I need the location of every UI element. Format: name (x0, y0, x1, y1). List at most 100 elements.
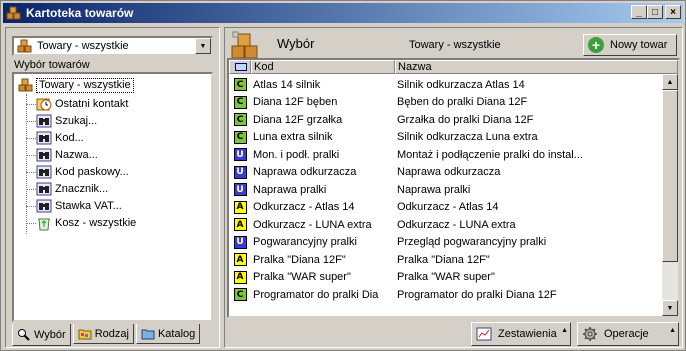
vertical-scrollbar[interactable]: ▲ ▼ (662, 74, 678, 316)
binoculars-icon (36, 182, 52, 196)
tree-item-stawka-vat[interactable]: Stawka VAT... (26, 198, 122, 214)
folder-icon (141, 329, 155, 339)
type-badge-icon: C (233, 288, 247, 302)
column-toggle-icon (235, 63, 247, 71)
table-row[interactable]: C Diana 12F bęben Bęben do pralki Diana 12… (229, 94, 662, 112)
tree-item-label: Znacznik... (55, 183, 109, 195)
close-button[interactable]: × (665, 5, 681, 19)
magnifier-icon (18, 328, 30, 341)
nazwa-cell: Przegląd pogwarancyjny pralki (397, 236, 547, 249)
kod-cell: Diana 12F bęben (253, 96, 338, 109)
tree-item-nazwa[interactable]: Nazwa... (26, 147, 98, 163)
nazwa-cell: Grzałka do pralki Diana 12F (397, 113, 534, 126)
nazwa-cell: Montaż i podłączenie pralki do instal... (397, 148, 583, 161)
table-row[interactable]: A Pralka "Diana 12F" Pralka "Diana 12F" (229, 251, 662, 269)
boxes-icon (18, 78, 33, 92)
tree-item-label: Stawka VAT... (55, 200, 122, 212)
product-set-combo[interactable]: Towary - wszystkie ▼ (12, 36, 213, 56)
selection-tree[interactable]: Towary - wszystkie Ostatni kontakt Szuka… (12, 72, 213, 322)
tab-rodzaj[interactable]: Rodzaj (72, 324, 134, 344)
combo-value: Towary - wszystkie (37, 40, 129, 52)
table-row[interactable]: U Naprawa odkurzacza Naprawa odkurzacza (229, 164, 662, 182)
window-title: Kartoteka towarów (26, 6, 134, 20)
type-badge-icon: C (233, 78, 247, 92)
title-bar[interactable]: Kartoteka towarów _ □ × (3, 3, 683, 23)
table-row[interactable]: C Luna extra silnik Silnik odkurzacza Luna… (229, 129, 662, 147)
reports-button[interactable]: Zestawienia ▲ (471, 322, 571, 346)
column-type[interactable] (229, 60, 251, 74)
chevron-up-icon: ▲ (669, 327, 676, 334)
scroll-down-button[interactable]: ▼ (662, 300, 678, 316)
gear-icon (583, 327, 597, 341)
type-cell: A (229, 253, 251, 267)
products-table[interactable]: Kod Nazwa C Atlas 14 silnik Silnik odkurza… (227, 58, 680, 318)
maximize-button[interactable]: □ (647, 5, 663, 19)
chevron-down-icon[interactable]: ▼ (195, 38, 211, 54)
main-window: Kartoteka towarów _ □ × Towary - wszystk… (0, 0, 686, 351)
type-badge-icon: C (233, 130, 247, 144)
nazwa-cell: Silnik odkurzacza Luna extra (397, 131, 538, 144)
table-row[interactable]: U Mon. i podł. pralki Montaż i podłączenie… (229, 146, 662, 164)
tree-item-kod-paskowy[interactable]: Kod paskowy... (26, 164, 129, 180)
table-row[interactable]: C Atlas 14 silnik Silnik odkurzacza Atlas … (229, 76, 662, 94)
table-row[interactable]: C Programator do pralki Dia Programator do… (229, 286, 662, 304)
minimize-button[interactable]: _ (631, 5, 647, 19)
tree-label: Wybór towarów (14, 59, 90, 71)
table-row[interactable]: C Diana 12F grzałka Grzałka do pralki Dian… (229, 111, 662, 129)
table-row[interactable]: U Pogwarancyjny pralki Przegląd pogwarancy… (229, 234, 662, 252)
table-row[interactable]: A Odkurzacz - LUNA extra Odkurzacz - LUNA … (229, 216, 662, 234)
nazwa-cell: Naprawa pralki (397, 183, 471, 196)
type-badge-icon: U (233, 165, 247, 179)
table-row[interactable]: A Pralka "WAR super" Pralka "WAR super" (229, 269, 662, 287)
list-header: Wybór Towary - wszystkie + Nowy towar (229, 30, 679, 60)
kod-cell: Pralka "WAR super" (253, 271, 351, 284)
tree-item-label: Ostatni kontakt (55, 98, 129, 110)
type-badge-icon: C (233, 113, 247, 127)
kod-cell: Programator do pralki Dia (253, 288, 379, 301)
tree-item-kosz[interactable]: Kosz - wszystkie (26, 215, 136, 231)
boxes-app-icon (6, 6, 21, 20)
boxes-icon (231, 31, 258, 59)
type-badge-icon: U (233, 235, 247, 249)
table-row[interactable]: A Odkurzacz - Atlas 14 Odkurzacz - Atlas 1… (229, 199, 662, 217)
tab-label: Wybór (34, 328, 66, 341)
window-controls: _ □ × (631, 5, 681, 19)
recycle-bin-icon (38, 218, 50, 231)
folder-icon (78, 329, 92, 339)
clock-icon (36, 98, 52, 111)
tree-item-label: Kod... (55, 132, 84, 144)
tree-item-znacznik[interactable]: Znacznik... (26, 181, 108, 197)
tree-item-label: Nazwa... (55, 149, 98, 161)
left-panel: Towary - wszystkie ▼ Wybór towarów Towar… (5, 27, 220, 348)
tab-wybor[interactable]: Wybór (12, 324, 71, 346)
tree-item-szukaj[interactable]: Szukaj... (26, 113, 97, 129)
nazwa-cell: Odkurzacz - LUNA extra (397, 218, 516, 231)
nazwa-cell: Pralka "WAR super" (397, 271, 495, 284)
type-cell: A (229, 218, 251, 232)
tree-root-label: Towary - wszystkie (36, 77, 134, 93)
nazwa-cell: Silnik odkurzacza Atlas 14 (397, 78, 525, 91)
type-badge-icon: U (233, 148, 247, 162)
nazwa-cell: Naprawa odkurzacza (397, 166, 501, 179)
type-badge-icon: A (233, 218, 247, 232)
operations-button[interactable]: Operacje ▲ (577, 322, 679, 346)
tab-label: Rodzaj (94, 327, 129, 340)
type-badge-icon: C (233, 95, 247, 109)
type-badge-icon: U (233, 183, 247, 197)
column-nazwa[interactable]: Nazwa (395, 60, 678, 74)
column-kod[interactable]: Kod (251, 60, 395, 74)
type-cell: U (229, 235, 251, 249)
table-row[interactable]: U Naprawa pralki Naprawa pralki (229, 181, 662, 199)
scroll-thumb[interactable] (662, 90, 678, 262)
scroll-up-button[interactable]: ▲ (662, 74, 678, 90)
tree-root[interactable]: Towary - wszystkie (18, 77, 134, 93)
kod-cell: Luna extra silnik (253, 131, 333, 144)
tab-katalog[interactable]: Katalog (135, 324, 201, 344)
type-badge-icon: A (233, 253, 247, 267)
new-product-button[interactable]: + Nowy towar (583, 34, 677, 56)
tree-item-ostatni-kontakt[interactable]: Ostatni kontakt (26, 96, 128, 112)
type-badge-icon: A (233, 200, 247, 214)
binoculars-icon (36, 199, 52, 213)
new-product-label: Nowy towar (610, 39, 668, 51)
tree-item-kod[interactable]: Kod... (26, 130, 84, 146)
